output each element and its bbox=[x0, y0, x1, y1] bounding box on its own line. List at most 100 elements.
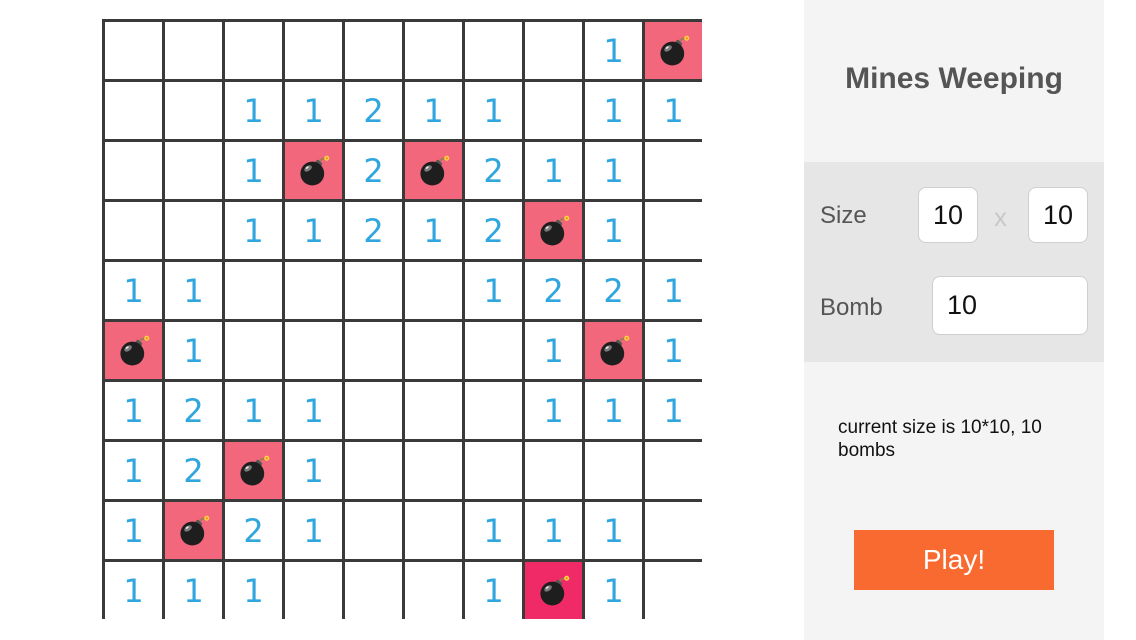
board-cell[interactable] bbox=[105, 202, 162, 259]
board-cell[interactable] bbox=[345, 22, 402, 79]
board-cell[interactable] bbox=[105, 142, 162, 199]
size-cols-input[interactable] bbox=[1028, 187, 1088, 243]
board-cell[interactable] bbox=[225, 442, 282, 499]
board-cell[interactable] bbox=[525, 82, 582, 139]
board-cell[interactable]: 1 bbox=[225, 562, 282, 619]
board-cell[interactable] bbox=[405, 22, 462, 79]
board-cell[interactable] bbox=[165, 142, 222, 199]
board-cell[interactable]: 1 bbox=[105, 262, 162, 319]
board-cell[interactable]: 1 bbox=[525, 502, 582, 559]
board-cell[interactable]: 2 bbox=[345, 142, 402, 199]
board-cell[interactable] bbox=[105, 322, 162, 379]
board-cell[interactable] bbox=[645, 442, 702, 499]
board-cell[interactable] bbox=[645, 502, 702, 559]
board-cell[interactable] bbox=[345, 562, 402, 619]
board-cell[interactable] bbox=[585, 442, 642, 499]
board-cell[interactable]: 1 bbox=[105, 562, 162, 619]
board-cell[interactable] bbox=[645, 142, 702, 199]
board-cell[interactable] bbox=[405, 322, 462, 379]
board-cell[interactable] bbox=[465, 382, 522, 439]
board-cell[interactable]: 1 bbox=[225, 142, 282, 199]
board-cell[interactable]: 1 bbox=[645, 382, 702, 439]
board-cell[interactable]: 1 bbox=[645, 262, 702, 319]
board-cell[interactable]: 1 bbox=[165, 562, 222, 619]
board-cell[interactable] bbox=[225, 322, 282, 379]
board-cell[interactable]: 1 bbox=[165, 262, 222, 319]
size-rows-input[interactable] bbox=[918, 187, 978, 243]
board-cell[interactable]: 1 bbox=[285, 82, 342, 139]
board-cell[interactable]: 1 bbox=[225, 82, 282, 139]
board-cell[interactable] bbox=[405, 502, 462, 559]
board-cell[interactable] bbox=[105, 82, 162, 139]
board-cell[interactable] bbox=[645, 202, 702, 259]
board-cell[interactable]: 1 bbox=[225, 202, 282, 259]
board-cell[interactable] bbox=[525, 202, 582, 259]
board-cell[interactable]: 1 bbox=[525, 142, 582, 199]
board-cell[interactable]: 2 bbox=[225, 502, 282, 559]
board-cell[interactable]: 1 bbox=[105, 442, 162, 499]
bomb-count-input[interactable] bbox=[932, 276, 1088, 335]
board-cell[interactable]: 1 bbox=[465, 562, 522, 619]
board-cell[interactable] bbox=[285, 262, 342, 319]
board-cell[interactable] bbox=[525, 562, 582, 619]
board-cell[interactable]: 1 bbox=[585, 82, 642, 139]
board-cell[interactable]: 1 bbox=[165, 322, 222, 379]
board-cell[interactable] bbox=[165, 202, 222, 259]
board-cell[interactable] bbox=[285, 562, 342, 619]
board-cell[interactable]: 1 bbox=[465, 502, 522, 559]
board-cell[interactable] bbox=[465, 22, 522, 79]
board-cell[interactable] bbox=[645, 562, 702, 619]
board-cell[interactable] bbox=[525, 442, 582, 499]
board-cell[interactable] bbox=[405, 442, 462, 499]
board-cell[interactable]: 2 bbox=[165, 442, 222, 499]
board-cell[interactable]: 1 bbox=[285, 502, 342, 559]
board-cell[interactable]: 2 bbox=[465, 142, 522, 199]
board-cell[interactable] bbox=[285, 322, 342, 379]
board-cell[interactable] bbox=[345, 322, 402, 379]
board-cell[interactable] bbox=[465, 322, 522, 379]
board-cell[interactable]: 1 bbox=[585, 502, 642, 559]
board-cell[interactable]: 2 bbox=[345, 202, 402, 259]
board-cell[interactable]: 1 bbox=[585, 202, 642, 259]
board-cell[interactable] bbox=[165, 82, 222, 139]
board-cell[interactable]: 1 bbox=[585, 562, 642, 619]
play-button[interactable]: Play! bbox=[854, 530, 1054, 590]
board-cell[interactable] bbox=[105, 22, 162, 79]
board-cell[interactable]: 2 bbox=[345, 82, 402, 139]
board-cell[interactable]: 1 bbox=[285, 382, 342, 439]
board-cell[interactable]: 2 bbox=[585, 262, 642, 319]
board-cell[interactable] bbox=[405, 262, 462, 319]
board-cell[interactable] bbox=[405, 382, 462, 439]
board-cell[interactable] bbox=[345, 502, 402, 559]
board-cell[interactable]: 1 bbox=[585, 142, 642, 199]
board-cell[interactable]: 1 bbox=[405, 82, 462, 139]
board-cell[interactable]: 1 bbox=[285, 202, 342, 259]
board-cell[interactable] bbox=[345, 262, 402, 319]
board-cell[interactable]: 1 bbox=[585, 22, 642, 79]
board-cell[interactable]: 1 bbox=[225, 382, 282, 439]
board-cell[interactable] bbox=[465, 442, 522, 499]
board-cell[interactable]: 1 bbox=[585, 382, 642, 439]
board-cell[interactable]: 1 bbox=[105, 502, 162, 559]
board-cell[interactable] bbox=[285, 22, 342, 79]
board-cell[interactable] bbox=[645, 22, 702, 79]
board-cell[interactable]: 1 bbox=[465, 82, 522, 139]
board-cell[interactable] bbox=[345, 442, 402, 499]
board-cell[interactable]: 2 bbox=[465, 202, 522, 259]
board-cell[interactable] bbox=[225, 22, 282, 79]
board-cell[interactable]: 1 bbox=[465, 262, 522, 319]
board-cell[interactable]: 2 bbox=[525, 262, 582, 319]
board-cell[interactable] bbox=[345, 382, 402, 439]
board-cell[interactable]: 1 bbox=[405, 202, 462, 259]
board-cell[interactable]: 1 bbox=[645, 82, 702, 139]
board-cell[interactable] bbox=[405, 142, 462, 199]
board-cell[interactable]: 2 bbox=[165, 382, 222, 439]
board-cell[interactable] bbox=[165, 502, 222, 559]
board-cell[interactable] bbox=[285, 142, 342, 199]
board-cell[interactable] bbox=[405, 562, 462, 619]
board-cell[interactable]: 1 bbox=[285, 442, 342, 499]
board-cell[interactable] bbox=[165, 22, 222, 79]
board-cell[interactable]: 1 bbox=[105, 382, 162, 439]
board-cell[interactable] bbox=[225, 262, 282, 319]
board-cell[interactable] bbox=[525, 22, 582, 79]
